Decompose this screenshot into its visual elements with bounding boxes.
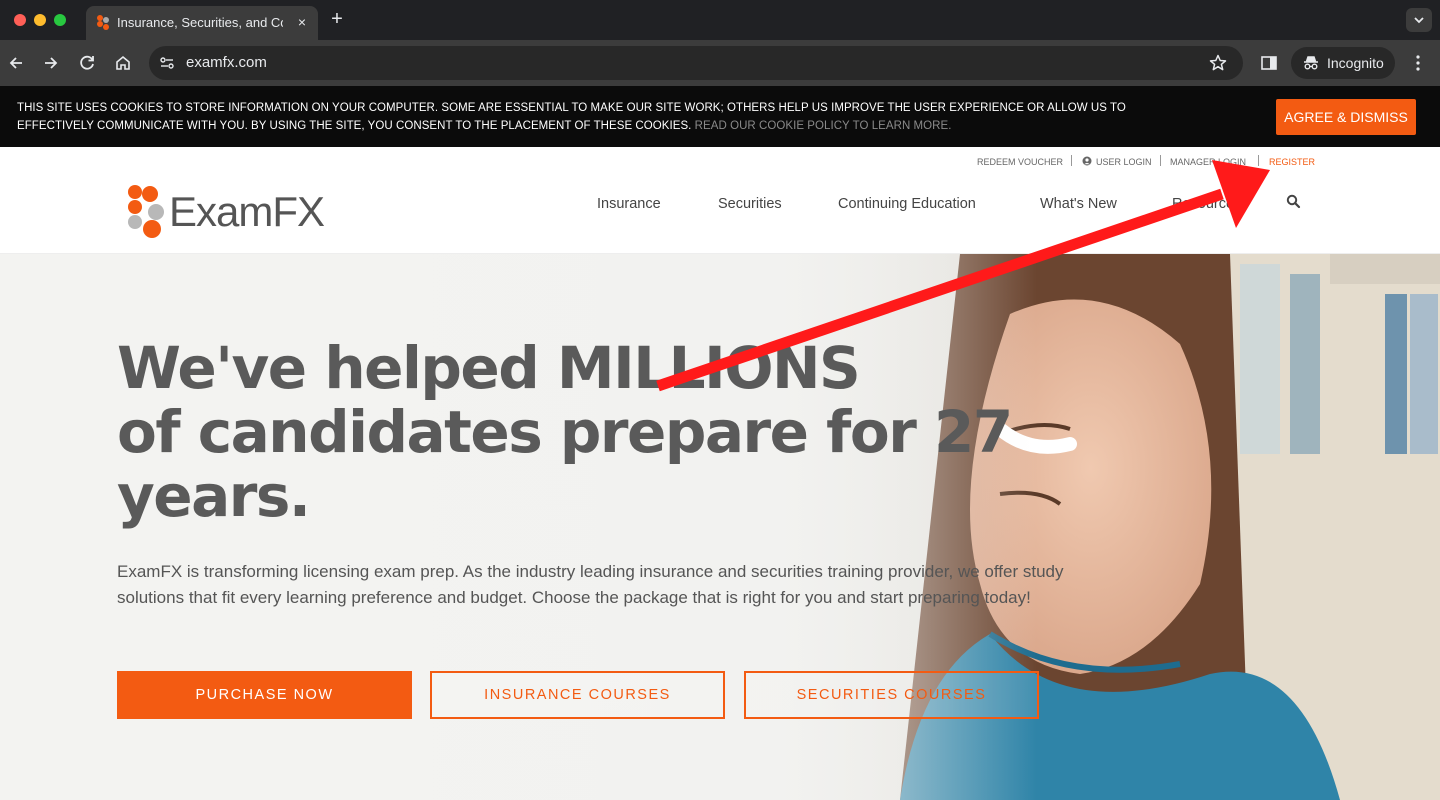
manager-login-link[interactable]: MANAGER LOGIN [1170,156,1246,168]
side-panel-icon[interactable] [1257,51,1281,75]
browser-tab-active[interactable]: Insurance, Securities, and Co × [86,6,318,40]
forward-icon[interactable] [39,51,63,75]
tab-search-button[interactable] [1406,8,1432,32]
back-icon[interactable] [4,51,28,75]
insurance-courses-button[interactable]: INSURANCE COURSES [430,671,725,719]
user-login-link[interactable]: USER LOGIN [1096,156,1152,168]
logo-wordmark[interactable]: ExamFX [169,189,325,235]
hero-section: We've helped MILLIONS of candidates prep… [0,254,1440,800]
chevron-down-icon [1414,17,1424,24]
incognito-indicator[interactable]: Incognito [1291,47,1395,79]
browser-toolbar: examfx.com Incognito [0,40,1440,86]
utility-divider [1071,155,1072,166]
nav-whats-new[interactable]: What's New [1040,195,1117,213]
close-window-button[interactable] [14,14,26,26]
tab-title: Insurance, Securities, and Co [117,15,283,30]
redeem-voucher-link[interactable]: REDEEM VOUCHER [977,156,1063,168]
new-tab-button[interactable]: + [326,8,348,32]
examfx-logo-icon[interactable] [127,185,165,239]
examfx-favicon-icon [97,15,109,30]
incognito-label: Incognito [1327,55,1384,71]
securities-courses-button[interactable]: SECURITIES COURSES [744,671,1039,719]
incognito-icon [1304,56,1318,70]
nav-resources[interactable]: Resources [1172,195,1241,213]
home-icon[interactable] [111,51,135,75]
cookie-notice-text: THIS SITE USES COOKIES TO STORE INFORMAT… [17,102,1126,132]
headline-line: years. [117,462,311,530]
reload-icon[interactable] [75,51,99,75]
hero-headline: We've helped MILLIONS of candidates prep… [117,336,1037,528]
minimize-window-button[interactable] [34,14,46,26]
utility-divider [1160,155,1161,166]
register-link[interactable]: REGISTER [1269,156,1315,168]
user-icon [1082,156,1092,166]
cookie-policy-link[interactable]: READ OUR COOKIE POLICY TO LEARN MORE. [695,120,952,132]
cookie-banner: THIS SITE USES COOKIES TO STORE INFORMAT… [0,86,1440,147]
headline-line: of candidates prepare for 27 [117,398,1013,466]
menu-icon[interactable] [1406,51,1430,75]
tab-close-icon[interactable]: × [293,13,311,31]
site-header: REDEEM VOUCHER USER LOGIN MANAGER LOGIN … [0,147,1440,254]
site-settings-icon[interactable] [158,54,176,72]
utility-divider [1258,155,1259,166]
cookie-notice: THIS SITE USES COOKIES TO STORE INFORMAT… [17,99,1157,135]
search-icon[interactable] [1286,194,1301,209]
url-text[interactable]: examfx.com [186,54,267,72]
browser-tab-bar: Insurance, Securities, and Co × + [0,0,1440,40]
maximize-window-button[interactable] [54,14,66,26]
headline-line: We've helped MILLIONS [117,334,861,402]
bookmark-star-icon[interactable] [1208,53,1228,73]
address-bar[interactable]: examfx.com [149,46,1243,80]
nav-continuing-education[interactable]: Continuing Education [838,195,976,213]
nav-securities[interactable]: Securities [718,195,782,213]
purchase-now-button[interactable]: PURCHASE NOW [117,671,412,719]
hero-subcopy: ExamFX is transforming licensing exam pr… [117,562,1064,607]
nav-insurance[interactable]: Insurance [597,195,661,213]
agree-dismiss-button[interactable]: AGREE & DISMISS [1276,99,1416,135]
